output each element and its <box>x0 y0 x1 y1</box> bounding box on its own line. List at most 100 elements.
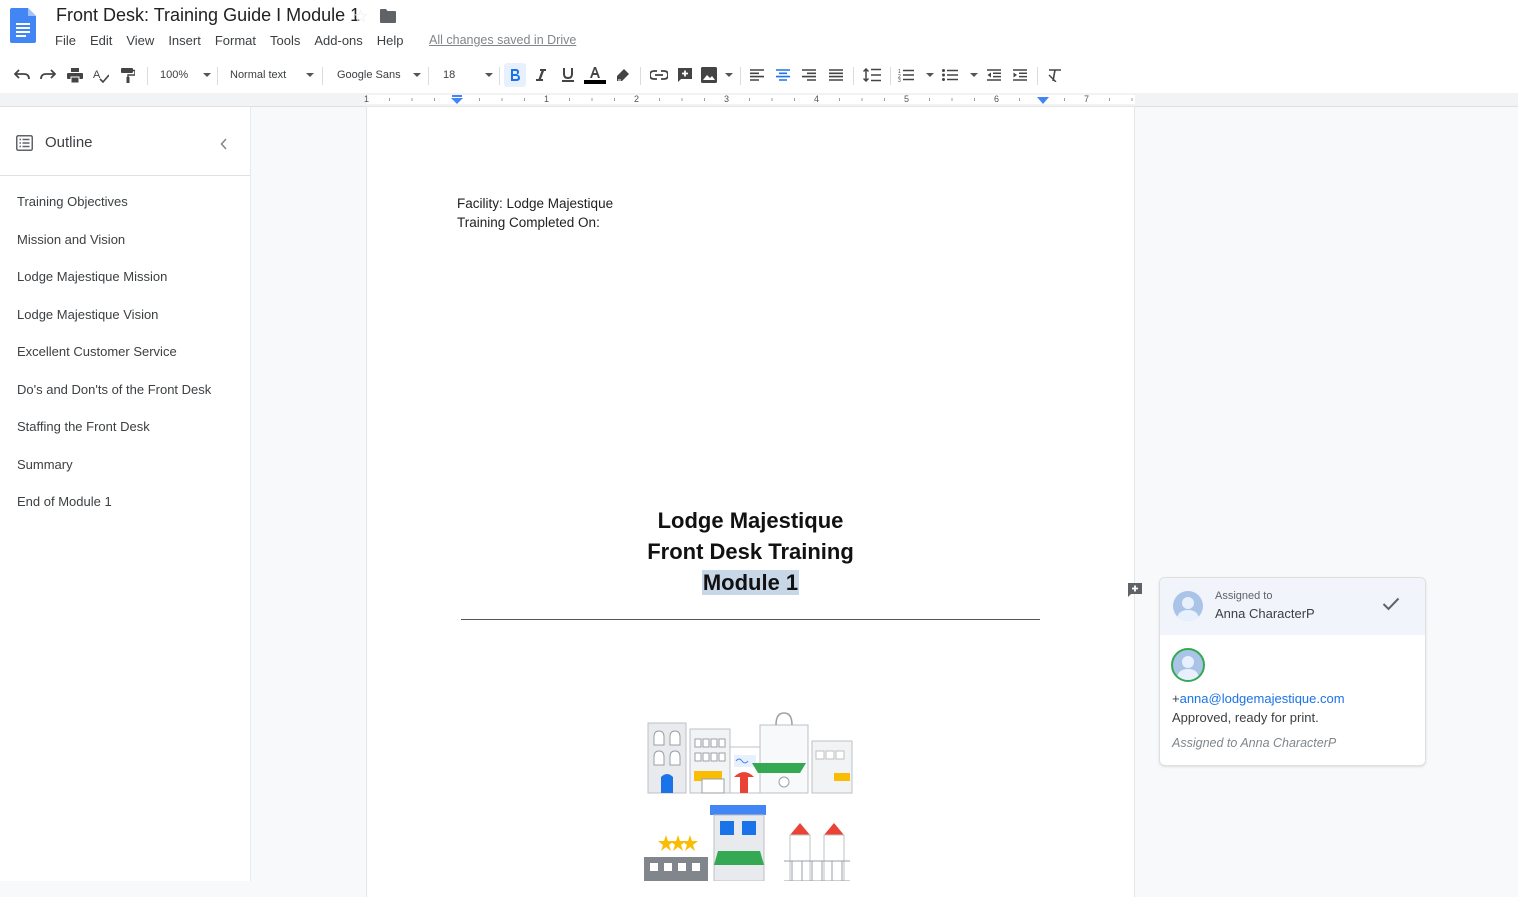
separator <box>1037 67 1038 85</box>
menu-bar: File Edit View Insert Format Tools Add-o… <box>55 33 418 48</box>
add-comment-icon[interactable] <box>1124 579 1146 601</box>
separator <box>740 67 741 85</box>
outline-item-vision[interactable]: Lodge Majestique Vision <box>17 307 158 322</box>
star-icon[interactable]: ☆ <box>353 7 368 27</box>
decrease-indent-icon[interactable] <box>984 57 1004 93</box>
separator <box>499 67 500 85</box>
assigned-to-label: Assigned to <box>1215 590 1273 602</box>
zoom-value: 100% <box>160 69 189 81</box>
outline-title: Outline <box>45 134 93 151</box>
separator <box>428 67 429 85</box>
document-page[interactable]: Facility: Lodge Majestique Training Comp… <box>367 107 1134 897</box>
heading-line-1: Lodge Majestique <box>657 508 844 533</box>
menu-view[interactable]: View <box>126 33 154 48</box>
ruler-ticks <box>389 98 1133 101</box>
svg-text:3: 3 <box>898 78 901 82</box>
underline-icon[interactable] <box>558 57 578 93</box>
line-spacing-icon[interactable] <box>861 57 883 93</box>
spellcheck-icon[interactable]: A <box>91 57 111 93</box>
mention-email-link[interactable]: anna@lodgemajestique.com <box>1180 691 1345 706</box>
clear-formatting-icon[interactable] <box>1045 57 1065 93</box>
comment-body: Approved, ready for print. <box>1172 710 1319 725</box>
toolbar: A 100% Normal text Google Sans 18 1 2 3 <box>0 57 1518 94</box>
ruler-label: 1 <box>544 94 550 104</box>
comment-card[interactable]: Assigned to Anna CharacterP +anna@lodgem… <box>1159 577 1426 766</box>
folder-icon[interactable] <box>380 9 396 23</box>
outline-item-mission-and-vision[interactable]: Mission and Vision <box>17 232 125 247</box>
outline-item-customer-service[interactable]: Excellent Customer Service <box>17 344 177 359</box>
right-indent-marker-icon[interactable] <box>1037 97 1049 106</box>
undo-icon[interactable] <box>12 57 32 93</box>
menu-tools[interactable]: Tools <box>270 33 300 48</box>
bulleted-list-button[interactable] <box>942 57 978 93</box>
insert-image-button[interactable] <box>701 57 733 93</box>
menu-help[interactable]: Help <box>377 33 404 48</box>
outline-item-summary[interactable]: Summary <box>17 457 73 472</box>
bold-button[interactable] <box>504 57 526 93</box>
align-left-icon[interactable] <box>747 57 767 93</box>
chevron-down-icon <box>203 73 211 77</box>
menu-insert[interactable]: Insert <box>168 33 201 48</box>
increase-indent-icon[interactable] <box>1010 57 1030 93</box>
comment-mention: +anna@lodgemajestique.com <box>1172 691 1345 706</box>
italic-icon[interactable] <box>531 57 551 93</box>
redo-icon[interactable] <box>38 57 58 93</box>
paragraph-style-select[interactable]: Normal text <box>224 57 314 93</box>
title-bar: Front Desk: Training Guide I Module 1 ☆ … <box>0 0 1518 57</box>
text-color-icon[interactable] <box>584 57 606 93</box>
outline-header: Outline <box>16 134 93 151</box>
justify-icon[interactable] <box>826 57 846 93</box>
outline-item-dos-and-donts[interactable]: Do's and Don'ts of the Front Desk <box>17 382 211 397</box>
save-status[interactable]: All changes saved in Drive <box>429 33 576 47</box>
chevron-down-icon <box>926 73 934 77</box>
font-size-value: 18 <box>443 69 456 81</box>
divider <box>0 175 250 176</box>
menu-format[interactable]: Format <box>215 33 256 48</box>
ruler-label: 7 <box>1084 94 1090 104</box>
align-right-icon[interactable] <box>799 57 819 93</box>
highlight-color-icon[interactable] <box>613 57 633 93</box>
outline-item-training-objectives[interactable]: Training Objectives <box>17 194 128 209</box>
font-value: Google Sans <box>337 69 401 81</box>
docs-logo-icon[interactable] <box>10 8 36 43</box>
document-title[interactable]: Front Desk: Training Guide I Module 1 <box>56 5 360 26</box>
separator <box>890 67 891 85</box>
separator <box>322 67 323 85</box>
zoom-select[interactable]: 100% <box>155 57 211 93</box>
font-select[interactable]: Google Sans <box>331 57 421 93</box>
training-completed-line: Training Completed On: <box>457 215 600 230</box>
ruler-track[interactable]: 1 1 2 3 4 5 6 7 <box>364 94 1135 106</box>
comment-assignment-note: Assigned to Anna CharacterP <box>1172 736 1337 750</box>
ruler-label: 2 <box>634 94 640 104</box>
resolve-check-icon[interactable] <box>1382 597 1400 616</box>
ruler-label: 5 <box>904 94 910 104</box>
outline-icon <box>16 134 33 151</box>
outline-item-end-of-module[interactable]: End of Module 1 <box>17 494 112 509</box>
font-size-select[interactable]: 18 <box>437 57 493 93</box>
chevron-left-icon[interactable] <box>220 137 228 153</box>
menu-edit[interactable]: Edit <box>90 33 112 48</box>
bulleted-list-icon <box>942 69 958 81</box>
assignee-name: Anna CharacterP <box>1215 606 1315 621</box>
insert-comment-icon[interactable] <box>675 57 695 93</box>
chevron-down-icon <box>485 73 493 77</box>
mention-prefix: + <box>1172 691 1180 706</box>
ruler-label: 1 <box>364 94 370 104</box>
insert-link-icon[interactable] <box>648 57 670 93</box>
numbered-list-button[interactable]: 123 <box>898 57 934 93</box>
outline-item-staffing[interactable]: Staffing the Front Desk <box>17 419 150 434</box>
separator <box>217 67 218 85</box>
outline-item-mission[interactable]: Lodge Majestique Mission <box>17 269 167 284</box>
paint-format-icon[interactable] <box>118 57 138 93</box>
align-center-icon[interactable] <box>773 57 793 93</box>
menu-file[interactable]: File <box>55 33 76 48</box>
commenter-avatar <box>1171 648 1205 682</box>
selected-text[interactable]: Module 1 <box>701 570 800 595</box>
chevron-down-icon <box>725 73 733 77</box>
print-icon[interactable] <box>65 57 85 93</box>
left-indent-marker-icon[interactable] <box>451 95 463 104</box>
numbered-list-icon: 123 <box>898 69 914 82</box>
menu-add-ons[interactable]: Add-ons <box>314 33 362 48</box>
comment-header: Assigned to Anna CharacterP <box>1160 578 1425 635</box>
ruler-label: 4 <box>814 94 820 104</box>
